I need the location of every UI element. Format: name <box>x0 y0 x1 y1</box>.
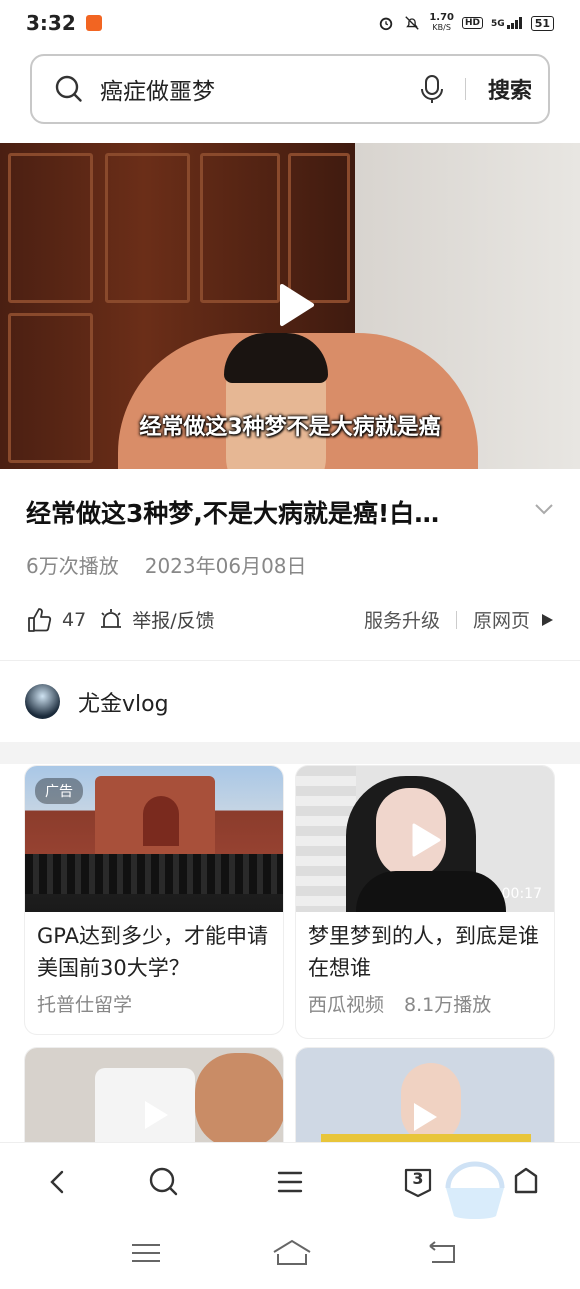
ad-badge: 广告 <box>35 778 83 804</box>
video-title: 经常做这3种梦,不是大病就是癌!白… <box>26 499 440 528</box>
status-time: 3:32 <box>26 11 76 35</box>
home-icon[interactable] <box>506 1162 546 1202</box>
author-name[interactable]: 尤金vlog <box>78 686 169 718</box>
chevron-down-icon[interactable] <box>534 502 554 516</box>
service-upgrade-link[interactable]: 服务升级 <box>364 606 440 633</box>
feed-thumbnail: 00:17 <box>296 766 554 912</box>
status-bar: 3:32 1.70 KB/S HD 5G 51 <box>0 0 580 46</box>
avatar[interactable] <box>25 684 60 719</box>
system-home-icon[interactable] <box>272 1238 312 1268</box>
video-actions: 47 举报/反馈 服务升级 原网页 <box>26 606 556 633</box>
feed-card-meta: 西瓜视频 8.1万播放 <box>296 984 554 1029</box>
report-alarm-icon[interactable] <box>98 607 124 633</box>
video-meta: 6万次播放 2023年06月08日 <box>26 550 307 579</box>
author-row[interactable]: 尤金vlog <box>25 684 169 719</box>
network-speed-unit: KB/S <box>432 23 451 32</box>
search-bar[interactable]: 癌症做噩梦 搜索 <box>30 54 550 124</box>
feed-card-title[interactable]: GPA达到多少，才能申请美国前30大学？ <box>25 912 283 984</box>
battery-icon: 51 <box>530 15 554 31</box>
tabs-button[interactable]: 3 <box>398 1162 438 1202</box>
section-gap <box>0 742 580 764</box>
original-page-link[interactable]: 原网页 <box>473 606 530 633</box>
report-feedback-link[interactable]: 举报/反馈 <box>132 606 214 633</box>
video-date: 2023年06月08日 <box>144 554 307 578</box>
feed-card-video[interactable]: 00:17 梦里梦到的人，到底是谁在想谁 西瓜视频 8.1万播放 <box>296 766 554 1038</box>
tab-count: 3 <box>412 1169 424 1188</box>
search-icon[interactable] <box>144 1162 184 1202</box>
system-back-icon[interactable] <box>424 1238 460 1268</box>
search-input[interactable]: 癌症做噩梦 <box>100 72 419 106</box>
feed-card-title[interactable]: 梦里梦到的人，到底是谁在想谁 <box>296 912 554 984</box>
feed-card-meta: 托普仕留学 <box>25 984 283 1029</box>
menu-icon[interactable] <box>270 1162 310 1202</box>
like-count[interactable]: 47 <box>62 609 86 631</box>
network-speed-value: 1.70 <box>429 12 455 23</box>
system-menu-icon[interactable] <box>128 1238 164 1268</box>
feed-thumbnail: 广告 <box>25 766 283 912</box>
play-icon[interactable] <box>141 1098 171 1132</box>
hd-badge: HD <box>462 17 484 29</box>
microphone-icon[interactable] <box>419 74 445 104</box>
feed-card-ad[interactable]: 广告 GPA达到多少，才能申请美国前30大学？ 托普仕留学 <box>25 766 283 1034</box>
feed-card-plays: 8.1万播放 <box>404 994 492 1016</box>
assistant-icon[interactable] <box>440 1158 510 1224</box>
signal-icon: 5G <box>491 17 523 29</box>
video-views: 6万次播放 <box>26 554 119 578</box>
video-duration: 00:17 <box>501 886 542 902</box>
signal-label: 5G <box>491 19 505 29</box>
video-caption: 经常做这3种梦不是大病就是癌 <box>139 415 441 440</box>
search-divider <box>464 78 466 100</box>
search-button[interactable]: 搜索 <box>488 73 532 105</box>
alarm-icon <box>380 17 393 31</box>
video-player[interactable]: 经常做这3种梦不是大病就是癌 <box>0 143 580 469</box>
action-divider <box>455 610 457 629</box>
feed-card-source: 托普仕留学 <box>37 994 133 1016</box>
play-icon[interactable] <box>410 822 442 858</box>
app-notification-icon <box>85 15 102 31</box>
back-icon[interactable] <box>38 1162 78 1202</box>
play-icon[interactable] <box>268 280 318 330</box>
thumbs-up-icon[interactable] <box>26 607 52 633</box>
feed-card-source: 西瓜视频 <box>308 994 385 1016</box>
search-icon <box>55 75 82 102</box>
network-speed: 1.70 KB/S <box>429 13 454 33</box>
divider <box>0 660 580 661</box>
play-icon[interactable] <box>410 1100 440 1134</box>
play-arrow-icon[interactable] <box>538 611 556 629</box>
mute-bell-icon <box>405 16 420 30</box>
